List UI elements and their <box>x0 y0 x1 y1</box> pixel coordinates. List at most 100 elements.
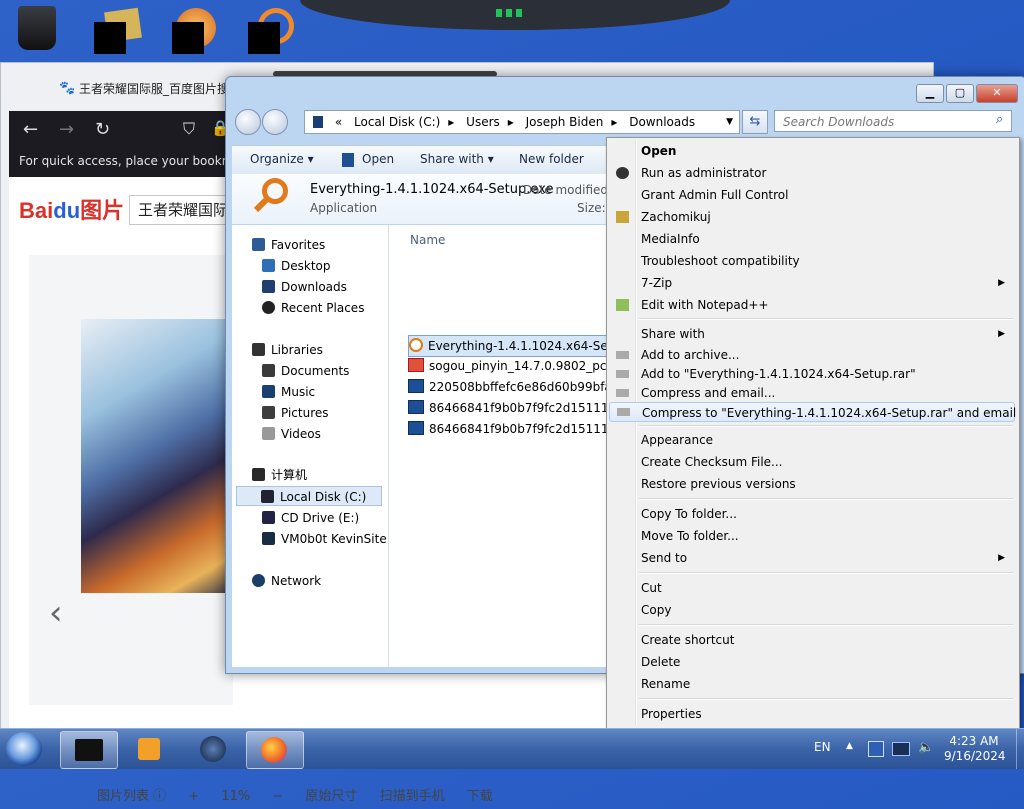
breadcrumb-user[interactable]: Joseph Biden <box>526 115 604 129</box>
menu-item-open[interactable]: Open <box>609 141 1015 161</box>
menu-item-delete[interactable]: Delete <box>609 652 1015 672</box>
menu-item-7zip[interactable]: 7-Zip ▶ <box>609 273 1015 293</box>
refresh-icon[interactable]: ⇆ <box>742 110 768 134</box>
desktop-app-icon[interactable] <box>94 7 142 54</box>
show-desktop-button[interactable] <box>1016 729 1024 769</box>
nav-libraries[interactable]: Libraries <box>252 340 323 360</box>
nav-computer[interactable]: 计算机 <box>252 465 307 485</box>
share-with-button[interactable]: Share with ▾ <box>420 152 494 166</box>
winrar-icon <box>616 351 629 359</box>
nav-favorites[interactable]: Favorites <box>252 235 325 255</box>
menu-item-cut[interactable]: Cut <box>609 578 1015 598</box>
nav-downloads[interactable]: Downloads <box>262 277 347 297</box>
menu-item-share-with[interactable]: Share with ▶ <box>609 324 1015 344</box>
download-button[interactable]: 下载 <box>467 789 493 804</box>
menu-item-add-to-rar[interactable]: Add to "Everything-1.4.1.1024.x64-Setup.… <box>609 364 1015 384</box>
previous-image-icon[interactable]: ‹ <box>49 593 63 633</box>
file-row[interactable]: 86466841f9b0b7f9fc2d15111a907e <box>408 419 608 439</box>
organize-button[interactable]: Organize ▾ <box>250 152 314 166</box>
taskbar-media-player[interactable] <box>122 731 178 767</box>
nav-music[interactable]: Music <box>262 382 315 402</box>
menu-item-checksum[interactable]: Create Checksum File... <box>609 452 1015 472</box>
menu-item-grant-admin[interactable]: Grant Admin Full Control <box>609 185 1015 205</box>
breadcrumb-users[interactable]: Users <box>466 115 500 129</box>
desktop-app-icon[interactable] <box>172 8 216 54</box>
menu-item-zachomikuj[interactable]: Zachomikuj <box>609 207 1015 227</box>
clock-time: 4:23 AM <box>949 734 999 748</box>
search-input[interactable]: Search Downloads <box>774 110 1012 132</box>
menu-item-move-to-folder[interactable]: Move To folder... <box>609 526 1015 546</box>
browser-tab[interactable]: 王者荣耀国际服_百度图片搜 <box>79 77 249 101</box>
nav-pictures[interactable]: Pictures <box>262 403 329 423</box>
start-button-icon[interactable] <box>6 732 42 766</box>
recycle-bin-icon[interactable] <box>18 6 62 50</box>
menu-item-create-shortcut[interactable]: Create shortcut <box>609 630 1015 650</box>
file-row[interactable]: 220508bbffefc6e86d60b99bfa046c <box>408 377 608 397</box>
tray-app-icon[interactable] <box>868 741 884 757</box>
game-artwork-image <box>81 319 231 593</box>
forward-icon[interactable] <box>262 109 288 135</box>
network-icon <box>252 574 265 587</box>
clock[interactable]: 4:23 AM 9/16/2024 <box>944 734 1006 764</box>
zoom-in-button[interactable]: + <box>188 789 199 804</box>
address-bar[interactable]: « Local Disk (C:) ▸ Users ▸ Joseph Biden ▸ … <box>304 110 740 134</box>
breadcrumb-downloads[interactable]: Downloads <box>629 115 695 129</box>
menu-item-appearance[interactable]: Appearance <box>609 430 1015 450</box>
nav-local-disk[interactable]: Local Disk (C:) <box>236 486 382 506</box>
zoom-out-button[interactable]: − <box>272 789 283 804</box>
menu-item-restore-versions[interactable]: Restore previous versions <box>609 474 1015 494</box>
desktop-app-icon[interactable] <box>248 8 294 54</box>
file-row[interactable]: Everything-1.4.1.1024.x64-Setup.exe <box>408 335 610 357</box>
taskbar-explorer[interactable] <box>60 731 118 769</box>
network-tray-icon[interactable] <box>892 742 910 756</box>
reload-icon[interactable]: ↻ <box>95 119 110 140</box>
menu-item-add-to-archive[interactable]: Add to archive... <box>609 345 1015 365</box>
show-hidden-icons[interactable]: ▲ <box>846 741 853 781</box>
nav-documents[interactable]: Documents <box>262 361 349 381</box>
column-header-name[interactable]: Name <box>410 233 445 247</box>
language-indicator[interactable]: EN <box>814 740 831 780</box>
file-row[interactable]: sogou_pinyin_14.7.0.9802_pc004.exe <box>408 356 608 376</box>
menu-item-copy-to-folder[interactable]: Copy To folder... <box>609 504 1015 524</box>
forward-icon[interactable]: → <box>59 119 74 140</box>
minimize-button[interactable]: ▁ <box>916 84 944 103</box>
menu-item-mediainfo[interactable]: MediaInfo <box>609 229 1015 249</box>
nav-desktop[interactable]: Desktop <box>262 256 331 276</box>
image-list-button[interactable]: 图片列表 ⓘ <box>97 789 166 804</box>
breadcrumb-overflow[interactable]: « <box>335 115 342 129</box>
menu-item-compress-email[interactable]: Compress and email... <box>609 383 1015 403</box>
menu-item-properties[interactable]: Properties <box>609 704 1015 724</box>
nav-network-drive[interactable]: VM0b0t KevinSite <box>262 529 387 549</box>
file-row[interactable]: 86466841f9b0b7f9fc2d15111a907e <box>408 398 608 418</box>
menu-item-compress-rar-email[interactable]: Compress to "Everything-1.4.1.1024.x64-S… <box>609 402 1016 422</box>
shield-icon[interactable]: ⛉ <box>183 119 195 139</box>
breadcrumb-local-disk[interactable]: Local Disk (C:) <box>354 115 440 129</box>
shield-icon <box>616 167 629 179</box>
back-icon[interactable]: ← <box>23 119 38 140</box>
baidu-logo[interactable]: Baidu图片 <box>19 193 124 225</box>
menu-item-notepad-plus[interactable]: Edit with Notepad++ <box>609 295 1015 315</box>
taskbar-firefox[interactable] <box>246 731 304 769</box>
globe-icon <box>200 736 226 762</box>
chevron-down-icon[interactable]: ▼ <box>726 111 733 133</box>
nav-recent-places[interactable]: Recent Places <box>262 298 364 318</box>
menu-item-troubleshoot[interactable]: Troubleshoot compatibility <box>609 251 1015 271</box>
maximize-button[interactable]: ▢ <box>946 84 974 103</box>
menu-item-rename[interactable]: Rename <box>609 674 1015 694</box>
taskbar-app[interactable] <box>186 731 242 767</box>
close-button[interactable]: ✕ <box>976 84 1018 103</box>
nav-cd-drive[interactable]: CD Drive (E:) <box>262 508 359 528</box>
back-icon[interactable] <box>235 109 261 135</box>
new-folder-button[interactable]: New folder <box>519 152 584 166</box>
navigation-pane: Favorites Desktop Downloads Recent Place… <box>232 225 389 667</box>
scan-to-phone-button[interactable]: 扫描到手机 <box>380 789 445 804</box>
volume-icon[interactable]: 🔈 <box>918 740 934 755</box>
menu-item-copy[interactable]: Copy <box>609 600 1015 620</box>
menu-item-send-to[interactable]: Send to ▶ <box>609 548 1015 568</box>
search-icon[interactable]: ⌕ <box>996 112 1003 127</box>
nav-network[interactable]: Network <box>252 571 321 591</box>
open-button[interactable]: Open <box>362 152 394 166</box>
nav-videos[interactable]: Videos <box>262 424 321 444</box>
original-size-button[interactable]: 原始尺寸 <box>305 789 357 804</box>
menu-item-run-as-admin[interactable]: Run as administrator <box>609 163 1015 183</box>
